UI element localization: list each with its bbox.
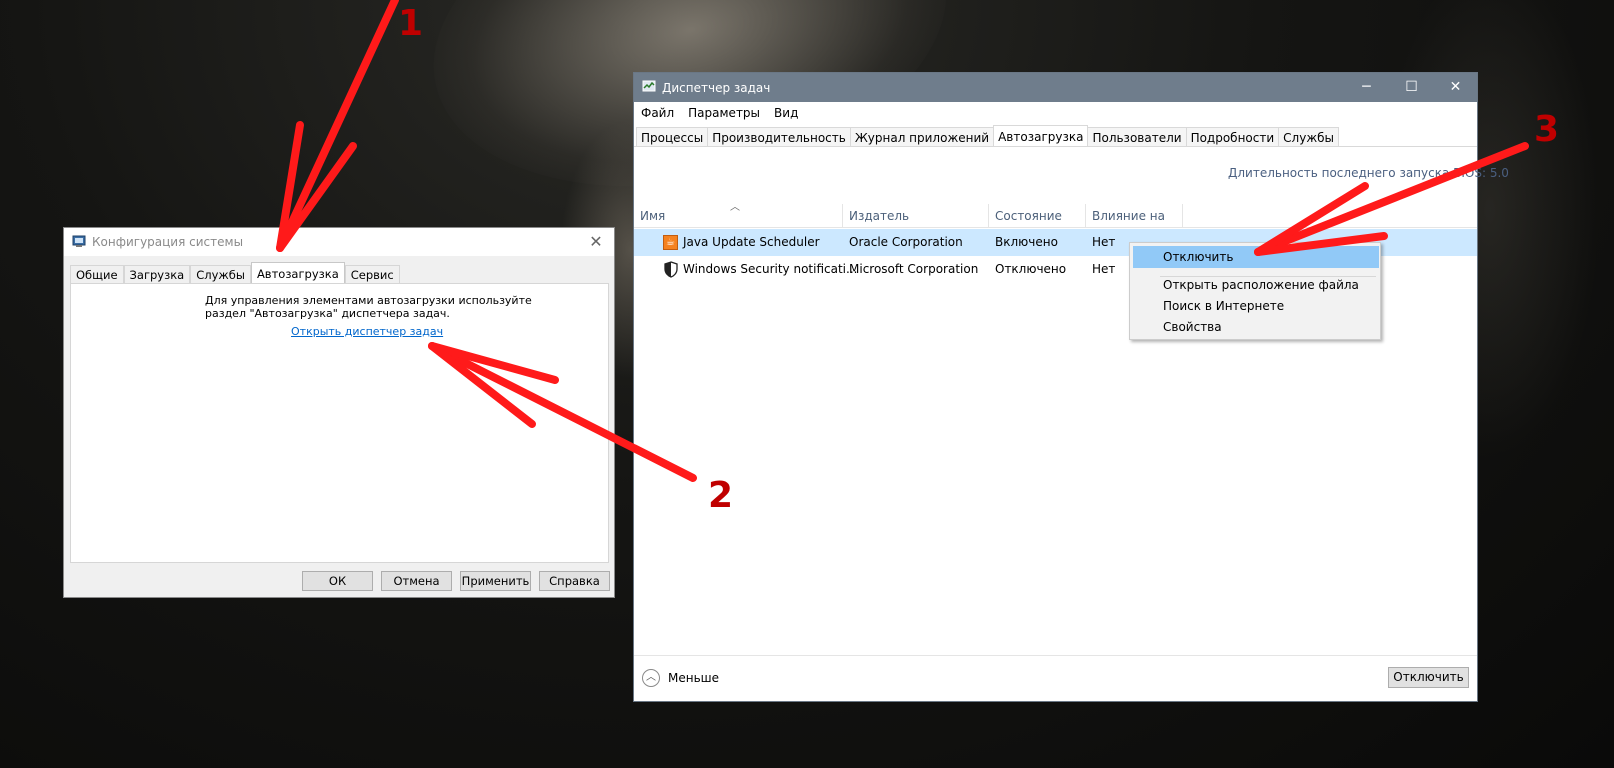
arrow-3-shaft — [1254, 142, 1529, 256]
annotation-number-2: 2 — [708, 475, 734, 516]
arrow-2-shaft — [428, 342, 697, 482]
annotation-number-1: 1 — [398, 3, 424, 44]
annotation-number-3: 3 — [1534, 109, 1560, 150]
annotation-arrows — [276, 0, 1529, 482]
